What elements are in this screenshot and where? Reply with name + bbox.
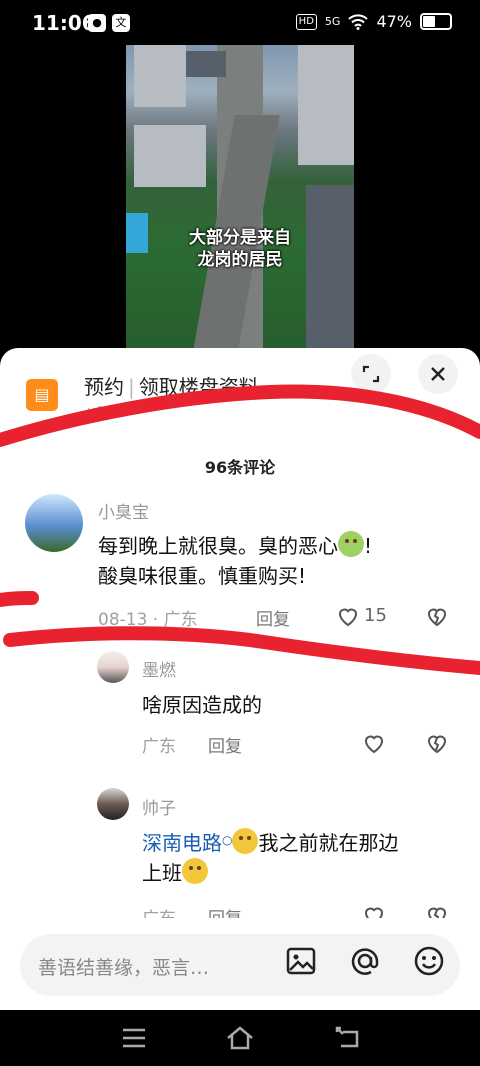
- building: [298, 45, 354, 165]
- broken-heart-icon[interactable]: [425, 604, 449, 628]
- battery-percent: 47%: [376, 12, 412, 31]
- notification-icons: ● 文: [88, 14, 130, 32]
- mention-link[interactable]: 深南电路: [142, 831, 222, 855]
- comment-input-bar: 善语结善缘，恶言…: [0, 918, 480, 1010]
- heart-icon[interactable]: [362, 731, 386, 755]
- back-icon[interactable]: [333, 1024, 363, 1052]
- like-count: 15: [364, 605, 387, 626]
- close-icon: [431, 367, 445, 381]
- battery-icon: [420, 13, 452, 30]
- comment-username[interactable]: 小臭宝: [98, 498, 149, 523]
- video-subtitle: 大部分是来自 龙岗的居民: [189, 228, 291, 270]
- reply-button[interactable]: 回复: [208, 732, 242, 757]
- comment-username[interactable]: 帅子: [142, 794, 176, 819]
- home-icon[interactable]: [225, 1024, 255, 1052]
- calendar-icon[interactable]: ▤: [26, 379, 58, 411]
- comment-input[interactable]: 善语结善缘，恶言…: [20, 934, 460, 996]
- emoji-sick-icon: [338, 531, 364, 557]
- heart-icon[interactable]: [336, 604, 360, 628]
- comment-text: 每到晚上就很臭。臭的恶心! 酸臭味很重。慎重购买!: [98, 531, 372, 591]
- system-nav-bar: [0, 1010, 480, 1066]
- at-icon[interactable]: [349, 945, 381, 977]
- expand-icon: [362, 365, 380, 383]
- image-icon[interactable]: [285, 945, 317, 977]
- emoji-laugh-icon: [182, 858, 208, 884]
- ad-subtitle: ×0: [86, 404, 104, 418]
- building: [134, 125, 206, 187]
- translate-icon: 文: [112, 14, 130, 32]
- comment-count: 96条评论: [204, 458, 276, 477]
- status-time: 11:06: [32, 11, 96, 35]
- status-right: HD 5G 47%: [295, 12, 452, 31]
- emoji-icon[interactable]: [413, 945, 445, 977]
- expand-button[interactable]: [351, 354, 391, 394]
- reply-button[interactable]: 回复: [256, 605, 290, 630]
- wifi-icon: [348, 13, 369, 30]
- search-icon: ○: [222, 833, 233, 847]
- comment-meta: 08-13 · 广东: [98, 610, 198, 630]
- comment-text: 啥原因造成的: [142, 693, 262, 717]
- comment-username[interactable]: 墨燃: [142, 656, 176, 681]
- broken-heart-icon[interactable]: [425, 731, 449, 755]
- video-player[interactable]: 大部分是来自 龙岗的居民: [126, 45, 354, 350]
- building: [186, 51, 226, 77]
- network-label: 5G: [324, 15, 341, 28]
- ad-title[interactable]: 预约 | 领取楼盘资料: [84, 371, 259, 400]
- hd-icon: HD: [295, 13, 317, 30]
- wechat-icon: ●: [88, 14, 106, 32]
- comment-location: 广东: [142, 737, 176, 757]
- input-placeholder: 善语结善缘，恶言…: [38, 957, 210, 979]
- building: [134, 45, 186, 107]
- comment-text: 深南电路○ 我之前就在那边 上班: [142, 825, 398, 888]
- avatar[interactable]: [25, 494, 83, 552]
- emoji-laugh-icon: [232, 828, 259, 854]
- close-button[interactable]: [418, 354, 458, 394]
- avatar[interactable]: [97, 651, 129, 683]
- menu-icon[interactable]: [119, 1024, 149, 1052]
- status-bar: 11:06 ● 文 HD 5G 47%: [0, 0, 480, 48]
- avatar[interactable]: [97, 788, 129, 820]
